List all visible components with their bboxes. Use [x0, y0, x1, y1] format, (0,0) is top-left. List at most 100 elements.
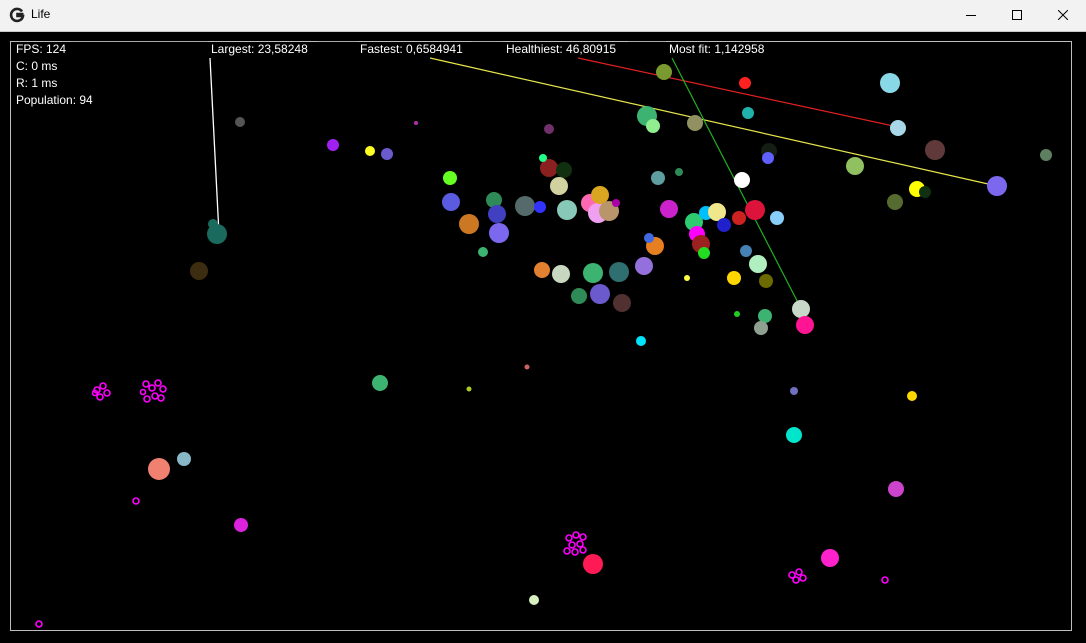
organism — [742, 107, 754, 119]
organism — [646, 119, 660, 133]
food-ring — [881, 576, 889, 584]
organism — [919, 186, 931, 198]
organism — [717, 218, 731, 232]
organism — [890, 120, 906, 136]
organism — [732, 211, 746, 225]
organism — [550, 177, 568, 195]
organism — [888, 481, 904, 497]
organism — [443, 171, 457, 185]
organism — [749, 255, 767, 273]
organism — [524, 364, 530, 370]
fastest-readout: Fastest: 0,6584941 — [360, 42, 463, 56]
organism — [644, 233, 654, 243]
organism — [635, 257, 653, 275]
food-ring — [799, 574, 807, 582]
organism — [235, 117, 245, 127]
organism — [739, 77, 751, 89]
organism-group — [148, 64, 1052, 605]
organism — [846, 157, 864, 175]
organism — [636, 336, 646, 346]
organism — [591, 186, 609, 204]
organism — [759, 274, 773, 288]
organism — [414, 121, 418, 125]
food-ring — [159, 385, 167, 393]
organism — [796, 316, 814, 334]
largest-tracker-line — [209, 57, 220, 235]
food-ring — [572, 531, 580, 539]
organism — [651, 171, 665, 185]
organism — [489, 223, 509, 243]
food-ring — [142, 380, 150, 388]
largest-readout: Largest: 23,58248 — [211, 42, 308, 56]
food-ring — [563, 547, 571, 555]
organism — [821, 549, 839, 567]
organism — [770, 211, 784, 225]
organism — [583, 554, 603, 574]
food-ring — [96, 393, 104, 401]
organism — [987, 176, 1007, 196]
organism — [365, 146, 375, 156]
healthiest-tracker-line — [577, 57, 899, 128]
food-ring — [35, 620, 43, 628]
food-ring — [132, 497, 140, 505]
organism — [792, 300, 810, 318]
organism — [687, 115, 703, 131]
organism — [515, 196, 535, 216]
organism — [552, 265, 570, 283]
food-ring — [579, 546, 587, 554]
food-ring — [571, 548, 579, 556]
organism — [660, 200, 678, 218]
organism — [148, 458, 170, 480]
organism — [656, 64, 672, 80]
food-ring — [99, 382, 107, 390]
food-ring — [565, 534, 573, 542]
food-ring — [151, 392, 159, 400]
organism — [734, 311, 740, 317]
organism — [754, 321, 768, 335]
organism — [534, 262, 550, 278]
organism — [583, 263, 603, 283]
organism — [684, 275, 690, 281]
food-ring — [579, 533, 587, 541]
food-ring — [154, 379, 162, 387]
organism — [529, 595, 539, 605]
fps-readout: FPS: 124 — [16, 42, 67, 56]
organism — [786, 427, 802, 443]
ring-cluster — [35, 379, 889, 628]
organism — [234, 518, 248, 532]
food-ring — [103, 389, 111, 397]
organism — [571, 288, 587, 304]
organism — [177, 452, 191, 466]
organism — [907, 391, 917, 401]
food-ring — [795, 568, 803, 576]
most-fit-tracker-line — [671, 57, 809, 323]
organism — [880, 73, 900, 93]
organism — [762, 152, 774, 164]
organism — [887, 194, 903, 210]
organism — [1040, 149, 1052, 161]
fastest-tracker-line — [429, 57, 998, 187]
food-ring — [143, 395, 151, 403]
organism — [488, 205, 506, 223]
organism — [734, 172, 750, 188]
food-ring — [157, 394, 165, 402]
organism — [745, 200, 765, 220]
organism — [466, 386, 472, 392]
food-ring — [792, 576, 800, 584]
organism — [590, 284, 610, 304]
population-readout: Population: 94 — [16, 93, 93, 107]
food-ring — [568, 541, 576, 549]
simulation-world — [35, 57, 1052, 628]
food-ring — [139, 388, 147, 396]
organism — [609, 262, 629, 282]
organism — [208, 219, 218, 229]
food-ring — [148, 384, 156, 392]
organism — [925, 140, 945, 160]
organism — [740, 245, 752, 257]
organism — [790, 387, 798, 395]
organism — [613, 294, 631, 312]
organism — [612, 199, 620, 207]
organism — [556, 162, 572, 178]
organism — [327, 139, 339, 151]
organism — [557, 200, 577, 220]
